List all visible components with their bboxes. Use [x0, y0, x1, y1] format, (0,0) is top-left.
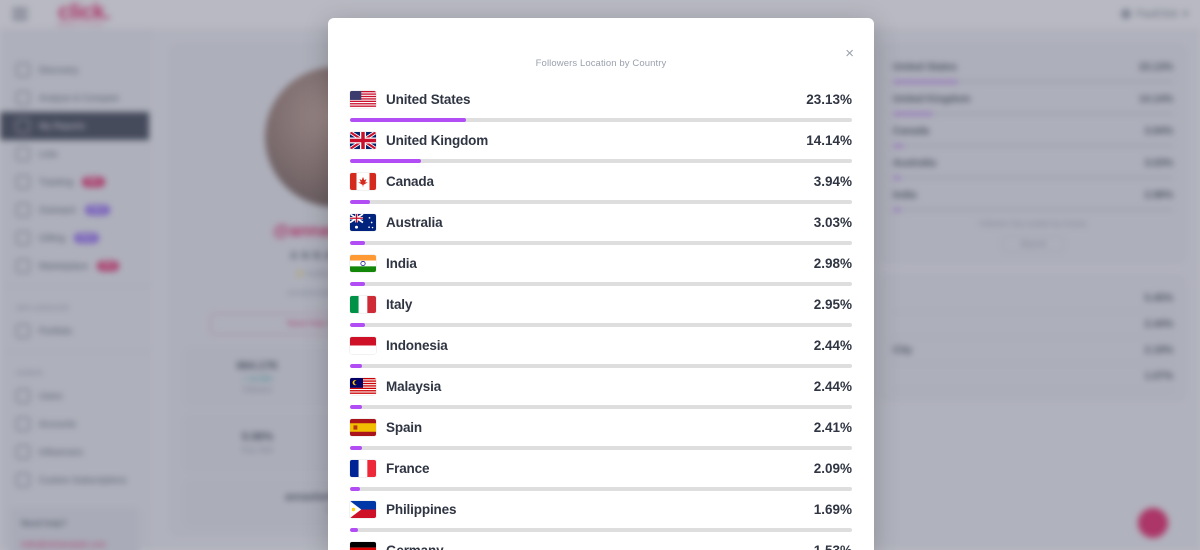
country-name: United Kingdom [386, 132, 489, 148]
country-percentage: 3.94% [813, 173, 852, 189]
modal-title: Followers Location by Country [535, 58, 667, 69]
country-percentage: 2.44% [813, 337, 852, 353]
country-percentage: 3.03% [813, 214, 852, 230]
country-row: United States 23.13% [350, 81, 852, 122]
country-row: Spain 2.41% [350, 409, 852, 450]
country-percentage: 2.41% [813, 419, 852, 435]
country-row: Malaysia 2.44% [350, 368, 852, 409]
country-percentage: 2.09% [813, 460, 852, 476]
country-percentage: 2.98% [813, 255, 852, 271]
country-percentage: 1.53% [813, 542, 852, 550]
flag-au-icon [350, 213, 376, 231]
country-row-header: Italy 2.95% [350, 292, 852, 316]
flag-us-icon [350, 90, 376, 108]
flag-it-icon [350, 295, 376, 313]
flag-id-icon [350, 336, 376, 354]
country-percentage: 23.13% [806, 91, 852, 107]
country-row: Australia 3.03% [350, 204, 852, 245]
close-icon[interactable]: × [845, 46, 854, 61]
country-name: Italy [386, 296, 413, 312]
country-row: Germany 1.53% [350, 532, 852, 550]
country-name: Germany [386, 542, 444, 550]
country-name: Canada [386, 173, 434, 189]
country-percentage: 2.95% [813, 296, 852, 312]
country-name: Philippines [386, 501, 457, 517]
country-name: Indonesia [386, 337, 448, 353]
country-row-header: Spain 2.41% [350, 415, 852, 439]
flag-de-icon [350, 541, 376, 550]
country-row: Indonesia 2.44% [350, 327, 852, 368]
country-list: United States 23.13% United Kingdom 14.1… [328, 69, 874, 550]
flag-in-icon [350, 254, 376, 272]
country-row-header: Malaysia 2.44% [350, 374, 852, 398]
country-name: Australia [386, 214, 443, 230]
country-row: Canada 3.94% [350, 163, 852, 204]
flag-es-icon [350, 418, 376, 436]
country-row-header: India 2.98% [350, 251, 852, 275]
country-percentage: 1.69% [813, 501, 852, 517]
country-row: Italy 2.95% [350, 286, 852, 327]
country-row-header: Canada 3.94% [350, 169, 852, 193]
country-name: France [386, 460, 430, 476]
country-percentage: 14.14% [806, 132, 852, 148]
country-name: India [386, 255, 417, 271]
country-row: India 2.98% [350, 245, 852, 286]
country-row-header: Philippines 1.69% [350, 497, 852, 521]
country-row-header: Australia 3.03% [350, 210, 852, 234]
flag-gb-icon [350, 131, 376, 149]
country-row: Philippines 1.69% [350, 491, 852, 532]
country-row: France 2.09% [350, 450, 852, 491]
country-row-header: Germany 1.53% [350, 538, 852, 550]
flag-ph-icon [350, 500, 376, 518]
flag-my-icon [350, 377, 376, 395]
flag-ca-icon [350, 172, 376, 190]
country-row-header: United Kingdom 14.14% [350, 128, 852, 152]
flag-fr-icon [350, 459, 376, 477]
country-row: United Kingdom 14.14% [350, 122, 852, 163]
country-name: United States [386, 91, 471, 107]
country-percentage: 2.44% [813, 378, 852, 394]
country-row-header: Indonesia 2.44% [350, 333, 852, 357]
followers-location-modal: × Followers Location by Country United S… [328, 18, 874, 550]
country-row-header: United States 23.13% [350, 87, 852, 111]
country-name: Malaysia [386, 378, 442, 394]
country-name: Spain [386, 419, 423, 435]
country-row-header: France 2.09% [350, 456, 852, 480]
